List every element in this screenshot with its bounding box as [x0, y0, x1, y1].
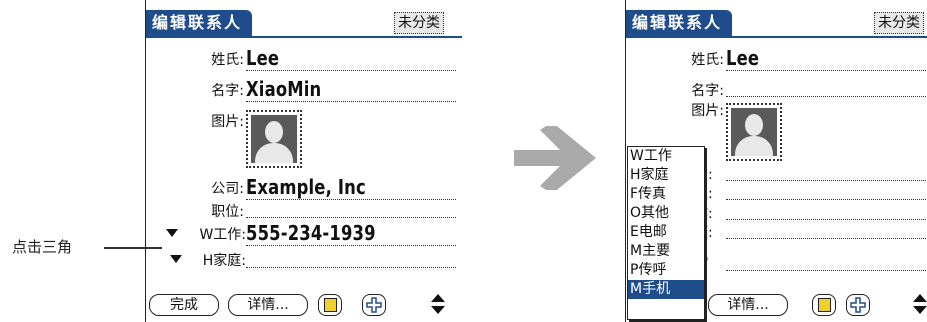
- contact-photo[interactable]: [726, 103, 782, 161]
- first-name-line[interactable]: [726, 96, 927, 97]
- last-name-value[interactable]: Lee: [246, 46, 279, 70]
- home-phone-label[interactable]: H家庭:: [180, 250, 246, 270]
- plus-icon: [850, 297, 866, 313]
- job-title-line[interactable]: [246, 217, 456, 218]
- first-name-line: [246, 101, 456, 102]
- first-name-label: 名字:: [691, 83, 724, 99]
- add-button[interactable]: [362, 294, 386, 316]
- company-label: 公司:: [211, 181, 244, 197]
- home-phone-line[interactable]: [246, 267, 456, 268]
- add-button[interactable]: [846, 294, 870, 316]
- work-phone-value[interactable]: 555-234-1939: [246, 221, 376, 245]
- work-line: [726, 219, 927, 220]
- work-phone-line: [246, 245, 456, 246]
- right-edit-contact-screen: 编辑联系人 未分类 姓氏: Lee 名字: 图片: 司: 位: 作: 庭: 叽 …: [625, 0, 927, 322]
- work-dropdown-triangle-icon[interactable]: [166, 229, 178, 237]
- tap-triangle-callout: 点击三角: [12, 238, 73, 256]
- edit-contact-title: 编辑联系人: [626, 10, 732, 36]
- contact-photo[interactable]: [246, 110, 302, 168]
- menu-item-fax[interactable]: F传真: [628, 185, 704, 204]
- plus-icon: [366, 297, 382, 313]
- last-name-label: 姓氏:: [211, 52, 244, 68]
- left-edit-contact-screen: 编辑联系人 未分类 姓氏: Lee 名字: XiaoMin 图片: 公司: Ex…: [145, 0, 462, 322]
- company-line: [246, 199, 456, 200]
- first-name-label: 名字:: [211, 83, 244, 99]
- company-line: [726, 180, 927, 181]
- menu-item-home[interactable]: H家庭: [628, 166, 704, 185]
- picture-label: 图片:: [211, 114, 244, 130]
- work-phone-label[interactable]: W工作:: [180, 224, 246, 244]
- menu-item-main[interactable]: M主要: [628, 242, 704, 261]
- menu-item-email[interactable]: E电邮: [628, 223, 704, 242]
- scroll-arrows-icon[interactable]: [912, 292, 927, 316]
- category-selector[interactable]: 未分类: [874, 12, 924, 34]
- mobile-line: [726, 270, 927, 271]
- photo-silhouette-icon: [731, 108, 777, 156]
- note-button[interactable]: [318, 294, 342, 316]
- note-icon: [818, 298, 831, 312]
- scroll-arrows-icon[interactable]: [430, 292, 446, 316]
- title-underline: [626, 36, 927, 38]
- menu-item-mobile[interactable]: M手机: [628, 280, 704, 299]
- last-name-label: 姓氏:: [691, 52, 724, 68]
- title-line: [726, 199, 927, 200]
- menu-item-other[interactable]: O其他: [628, 204, 704, 223]
- note-icon: [324, 298, 337, 312]
- phone-type-menu: W工作 H家庭 F传真 O其他 E电邮 M主要 P传呼 M手机: [627, 146, 705, 320]
- details-button[interactable]: 详情...: [708, 294, 788, 316]
- title-underline: [146, 36, 462, 38]
- photo-silhouette-icon: [251, 115, 297, 163]
- first-name-value[interactable]: XiaoMin: [246, 77, 321, 101]
- job-title-label: 职位:: [211, 204, 244, 220]
- company-value[interactable]: Example, Inc: [246, 175, 366, 199]
- details-button[interactable]: 详情...: [228, 294, 308, 316]
- last-name-line: [246, 70, 456, 71]
- transition-arrow-icon: [514, 126, 596, 190]
- menu-item-work[interactable]: W工作: [628, 147, 704, 166]
- home-line: [726, 238, 927, 239]
- callout-pointer-line: [104, 247, 162, 249]
- last-name-line: [726, 70, 927, 71]
- done-button[interactable]: 完成: [149, 294, 219, 316]
- edit-contact-title: 编辑联系人: [146, 10, 252, 36]
- category-selector[interactable]: 未分类: [394, 12, 444, 34]
- last-name-value[interactable]: Lee: [726, 46, 759, 70]
- menu-item-pager[interactable]: P传呼: [628, 261, 704, 280]
- picture-label: 图片:: [691, 103, 724, 119]
- note-button[interactable]: [812, 294, 836, 316]
